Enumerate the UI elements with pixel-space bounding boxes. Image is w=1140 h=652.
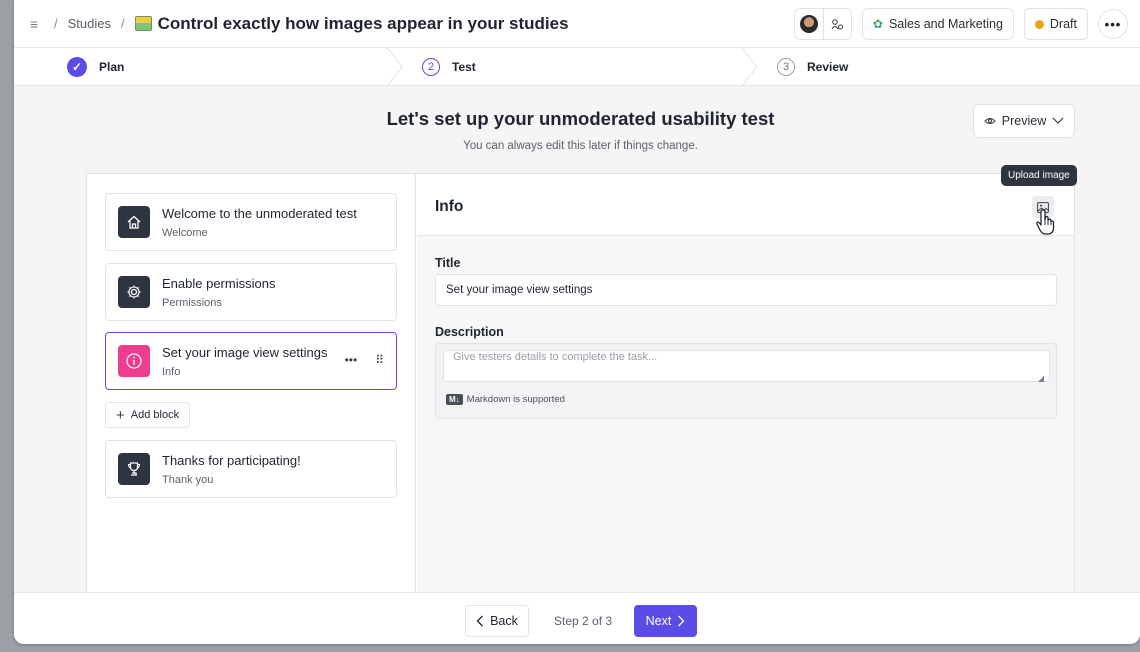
footer-nav: Back Step 2 of 3 Next (14, 592, 1140, 644)
test-builder-card: Welcome to the unmoderated test Welcome … (86, 173, 1075, 593)
image-emoji-icon (134, 16, 152, 31)
breadcrumb-separator: / (54, 16, 58, 31)
step-divider (741, 48, 758, 86)
description-input[interactable] (443, 350, 1050, 382)
menu-icon[interactable]: ≡ (30, 16, 44, 32)
add-block-button[interactable]: + Add block (105, 402, 191, 428)
resize-handle-icon[interactable]: ◢ (1038, 374, 1044, 383)
block-title: Set your image view settings (162, 344, 328, 360)
block-text: Set your image view settings Info (162, 345, 327, 378)
preview-label: Preview (1001, 114, 1047, 128)
title-input[interactable] (435, 274, 1057, 306)
collaborators[interactable] (793, 8, 852, 40)
block-list: Welcome to the unmoderated test Welcome … (87, 174, 416, 593)
app-window: ≡ / Studies / Control exactly how images… (14, 0, 1140, 644)
setup-heading: Let's set up your unmoderated usability … (386, 108, 775, 129)
description-editor: ◢ M↓ Markdown is supported (435, 343, 1057, 419)
trophy-icon (118, 453, 150, 485)
page-title[interactable]: Control exactly how images appear in you… (158, 14, 569, 34)
chevron-right-icon (678, 615, 685, 627)
status-button[interactable]: Draft (1023, 8, 1088, 40)
block-welcome[interactable]: Welcome to the unmoderated test Welcome (105, 193, 397, 251)
step-number: 2 (422, 58, 440, 76)
next-button[interactable]: Next (634, 605, 697, 637)
block-more-icon[interactable]: ••• (345, 353, 358, 367)
hand-pointer-cursor-icon (1036, 209, 1055, 235)
status-label: Draft (1049, 17, 1077, 31)
step-plan[interactable]: ✓ Plan (67, 48, 124, 86)
gear-icon (118, 276, 150, 308)
upload-image-tooltip: Upload image (1001, 165, 1077, 186)
step-label: Test (452, 60, 476, 74)
back-label: Back (490, 614, 518, 628)
share-people-icon[interactable] (822, 9, 851, 39)
breadcrumb-studies[interactable]: Studies (68, 16, 111, 31)
back-button[interactable]: Back (465, 605, 529, 637)
step-counter: Step 2 of 3 (554, 614, 613, 628)
chevron-left-icon (476, 615, 484, 627)
block-title: Welcome to the unmoderated test (162, 205, 357, 221)
next-label: Next (645, 614, 672, 628)
setup-subheading: You can always edit this later if things… (463, 140, 698, 152)
drag-handle-icon[interactable]: ⠿ (375, 353, 384, 367)
plus-icon: + (116, 406, 125, 424)
workspace-label: Sales and Marketing (888, 17, 1003, 31)
block-editor: Info Title Description ◢ M↓ Markdown is … (417, 174, 1074, 593)
eye-icon (984, 118, 996, 124)
block-thank-you[interactable]: Thanks for participating! Thank you (105, 440, 397, 498)
block-type: Info (162, 365, 181, 378)
header-actions: ✿ Sales and Marketing Draft ••• (793, 8, 1128, 40)
block-title: Enable permissions (162, 275, 276, 291)
block-type: Welcome (162, 226, 208, 239)
more-options-button[interactable]: ••• (1098, 9, 1128, 39)
step-test[interactable]: 2 Test (422, 48, 476, 86)
block-text: Thanks for participating! Thank you (162, 453, 301, 486)
markdown-note-text: Markdown is supported (466, 394, 565, 405)
progress-stepper: ✓ Plan 2 Test 3 Review (14, 48, 1140, 86)
editor-title: Info (435, 198, 464, 215)
info-icon (118, 345, 150, 377)
workspace-button[interactable]: ✿ Sales and Marketing (861, 8, 1014, 40)
home-icon (118, 206, 150, 238)
avatar-cell (795, 9, 823, 39)
avatar[interactable] (799, 15, 818, 33)
block-actions: ••• ⠿ (345, 353, 384, 367)
block-permissions[interactable]: Enable permissions Permissions (105, 263, 397, 321)
title-field-label: Title (435, 256, 461, 270)
editor-header: Info (417, 174, 1074, 236)
block-text: Enable permissions Permissions (162, 276, 275, 309)
people-icon (831, 18, 843, 29)
step-label: Review (807, 60, 849, 74)
step-number: 3 (777, 58, 795, 76)
markdown-note: M↓ Markdown is supported (446, 394, 565, 405)
breadcrumb-separator: / (121, 16, 125, 31)
check-icon: ✓ (67, 57, 87, 77)
step-review[interactable]: 3 Review (777, 48, 848, 86)
description-field-label: Description (435, 325, 504, 339)
step-divider (386, 48, 403, 86)
top-bar: ≡ / Studies / Control exactly how images… (14, 0, 1140, 48)
draft-status-dot (1034, 19, 1044, 29)
chevron-down-icon (1052, 117, 1064, 124)
markdown-icon: M↓ (446, 394, 463, 405)
block-type: Thank you (162, 473, 214, 486)
block-title: Thanks for participating! (162, 452, 301, 468)
workspace-icon: ✿ (872, 17, 883, 31)
block-type: Permissions (162, 296, 222, 309)
step-label: Plan (99, 60, 125, 74)
block-text: Welcome to the unmoderated test Welcome (162, 206, 357, 239)
add-block-label: Add block (130, 409, 180, 421)
block-info[interactable]: Set your image view settings Info ••• ⠿ (105, 332, 397, 390)
preview-button[interactable]: Preview (973, 104, 1075, 138)
